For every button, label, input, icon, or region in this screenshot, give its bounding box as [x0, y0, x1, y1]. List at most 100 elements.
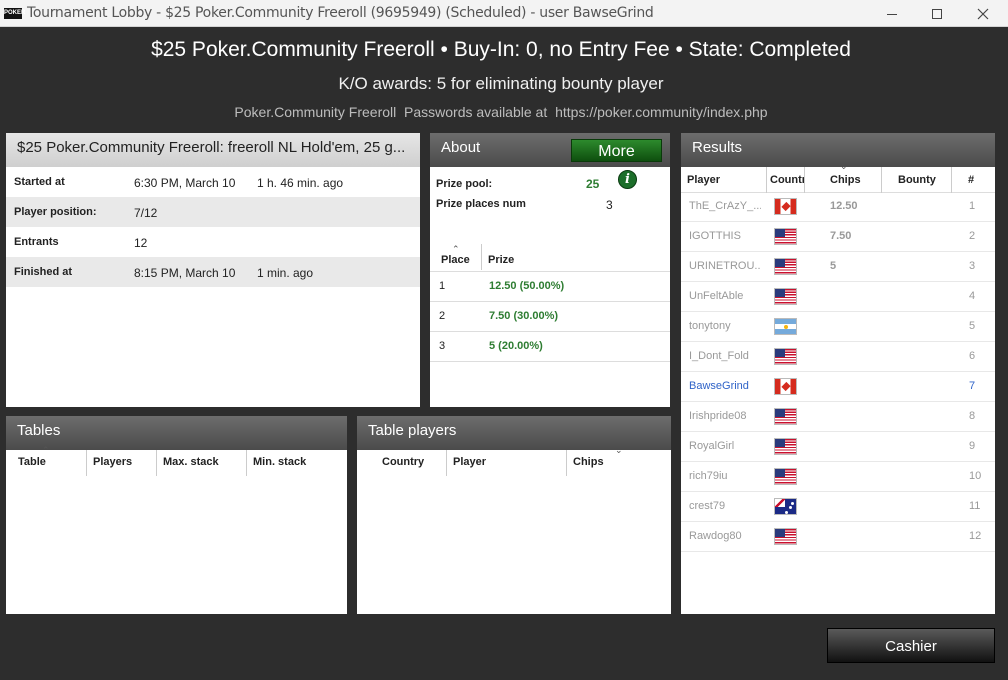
- finished-value: 8:15 PM, March 10: [134, 266, 236, 280]
- tables-header: Table ⌃ Players Max. stack Min. stack: [6, 446, 347, 476]
- rank-cell: 10: [969, 470, 982, 482]
- community-link[interactable]: https://poker.community/index.php: [555, 104, 767, 120]
- info-row-finished: Finished at 8:15 PM, March 10 1 min. ago: [6, 257, 420, 287]
- table-players-panel: Table players Country Player Chips ⌄: [357, 416, 671, 614]
- rank-cell: 5: [969, 320, 976, 332]
- col-prize[interactable]: Prize: [482, 244, 552, 270]
- rank-cell: 4: [969, 290, 976, 302]
- prize-pool-label: Prize pool:: [436, 178, 493, 190]
- results-row[interactable]: UnFeltAble 4: [681, 282, 995, 312]
- info-icon[interactable]: i: [618, 170, 637, 189]
- results-row[interactable]: URINETROU... 5 3: [681, 252, 995, 282]
- results-row[interactable]: IGOTTHIS 7.50 2: [681, 222, 995, 252]
- prize-pool-value: 25: [586, 177, 600, 191]
- minimize-icon: [887, 13, 897, 15]
- rank-cell: 3: [969, 260, 976, 272]
- player-name: BawseGrind: [689, 380, 749, 392]
- rank-cell: 7: [969, 380, 976, 392]
- more-button[interactable]: More: [571, 139, 662, 162]
- started-label: Started at: [14, 176, 65, 188]
- us-flag-icon: [774, 438, 797, 455]
- player-name: rich79iu: [689, 470, 728, 482]
- player-name: RoyalGirl: [689, 440, 735, 452]
- results-table-header: Player Countr Chips ⌄ Bounty #: [681, 162, 995, 193]
- rank-cell: 2: [969, 230, 976, 242]
- app-logo: POKER: [4, 8, 25, 19]
- ca-flag-icon: [774, 378, 797, 395]
- player-name: Rawdog80: [689, 530, 742, 542]
- rank-cell: 6: [969, 350, 976, 362]
- prize-row: 1 12.50 (50.00%): [430, 272, 670, 302]
- results-row[interactable]: Rawdog80 12: [681, 522, 995, 552]
- close-button[interactable]: [960, 0, 1006, 27]
- results-row[interactable]: rich79iu 10: [681, 462, 995, 492]
- info-row-started: Started at 6:30 PM, March 10 1 h. 46 min…: [6, 167, 420, 197]
- player-name: crest79: [689, 500, 726, 512]
- us-flag-icon: [774, 348, 797, 365]
- close-icon: [977, 8, 989, 19]
- window-title: Tournament Lobby - $25 Poker.Community F…: [27, 5, 654, 21]
- position-label: Player position:: [14, 206, 97, 218]
- player-name: ThE_CrAzY_...: [689, 200, 761, 212]
- results-row[interactable]: crest79 11: [681, 492, 995, 522]
- position-value: 7/12: [134, 206, 158, 220]
- password-info-label: Poker.Community Freeroll Passwords avail…: [234, 104, 548, 120]
- started-ago: 1 h. 46 min. ago: [257, 176, 344, 190]
- place-cell: 3: [439, 340, 446, 352]
- about-panel: About More Prize pool: 25 i Prize places…: [430, 133, 670, 407]
- col-players[interactable]: Players: [87, 450, 157, 476]
- prize-places-value: 3: [606, 198, 613, 212]
- maximize-icon: [932, 8, 942, 19]
- player-name: URINETROU...: [689, 260, 761, 272]
- place-cell: 1: [439, 280, 446, 292]
- chips-cell: 7.50: [830, 230, 852, 242]
- rank-cell: 9: [969, 440, 976, 452]
- player-name: UnFeltAble: [689, 290, 744, 302]
- tournament-info-title: $25 Poker.Community Freeroll: freeroll N…: [6, 133, 420, 167]
- sort-down-icon: ⌄: [840, 162, 848, 172]
- col-country[interactable]: Country: [376, 450, 447, 476]
- finished-label: Finished at: [14, 266, 73, 278]
- entrants-label: Entrants: [14, 236, 59, 248]
- player-name: Irishpride08: [689, 410, 747, 422]
- us-flag-icon: [774, 528, 797, 545]
- sort-down-icon: ⌄: [615, 446, 623, 456]
- tournament-info-panel: $25 Poker.Community Freeroll: freeroll N…: [6, 133, 420, 407]
- maximize-button[interactable]: [914, 0, 960, 27]
- prize-row: 3 5 (20.00%): [430, 332, 670, 362]
- col-rank[interactable]: #: [952, 167, 995, 193]
- tournament-lobby: $25 Poker.Community Freeroll • Buy-In: 0…: [0, 27, 1008, 680]
- results-row[interactable]: I_Dont_Fold 6: [681, 342, 995, 372]
- place-cell: 2: [439, 310, 446, 322]
- results-row[interactable]: ThE_CrAzY_... 12.50 1: [681, 192, 995, 222]
- au-flag-icon: [774, 498, 797, 515]
- results-panel: Results Player Countr Chips ⌄ Bounty # T…: [681, 133, 995, 614]
- title-bar: POKER Tournament Lobby - $25 Poker.Commu…: [0, 0, 1008, 27]
- col-max-stack[interactable]: Max. stack: [157, 450, 247, 476]
- rank-cell: 11: [969, 500, 981, 512]
- rank-cell: 8: [969, 410, 976, 422]
- password-info: Poker.Community Freeroll Passwords avail…: [0, 104, 1002, 120]
- results-row[interactable]: Irishpride08 8: [681, 402, 995, 432]
- finished-ago: 1 min. ago: [257, 266, 314, 280]
- ko-awards-text: K/O awards: 5 for eliminating bounty pla…: [338, 74, 664, 93]
- results-row[interactable]: tonytony 5: [681, 312, 995, 342]
- us-flag-icon: [774, 258, 797, 275]
- col-bounty[interactable]: Bounty: [882, 167, 952, 193]
- minimize-button[interactable]: [869, 0, 915, 27]
- results-row[interactable]: RoyalGirl 9: [681, 432, 995, 462]
- col-country[interactable]: Countr: [767, 167, 805, 193]
- chips-cell: 12.50: [830, 200, 858, 212]
- tables-title: Tables: [6, 416, 347, 450]
- col-min-stack[interactable]: Min. stack: [247, 450, 347, 476]
- col-player[interactable]: Player: [681, 167, 767, 193]
- info-row-entrants: Entrants 12: [6, 227, 420, 257]
- col-player[interactable]: Player: [447, 450, 567, 476]
- results-row[interactable]: BawseGrind 7: [681, 372, 995, 402]
- cashier-button[interactable]: Cashier: [827, 628, 995, 663]
- started-value: 6:30 PM, March 10: [134, 176, 236, 190]
- tables-panel: Tables Table ⌃ Players Max. stack Min. s…: [6, 416, 347, 614]
- player-name: IGOTTHIS: [689, 230, 741, 242]
- results-title: Results: [681, 133, 995, 167]
- ar-flag-icon: [774, 318, 797, 335]
